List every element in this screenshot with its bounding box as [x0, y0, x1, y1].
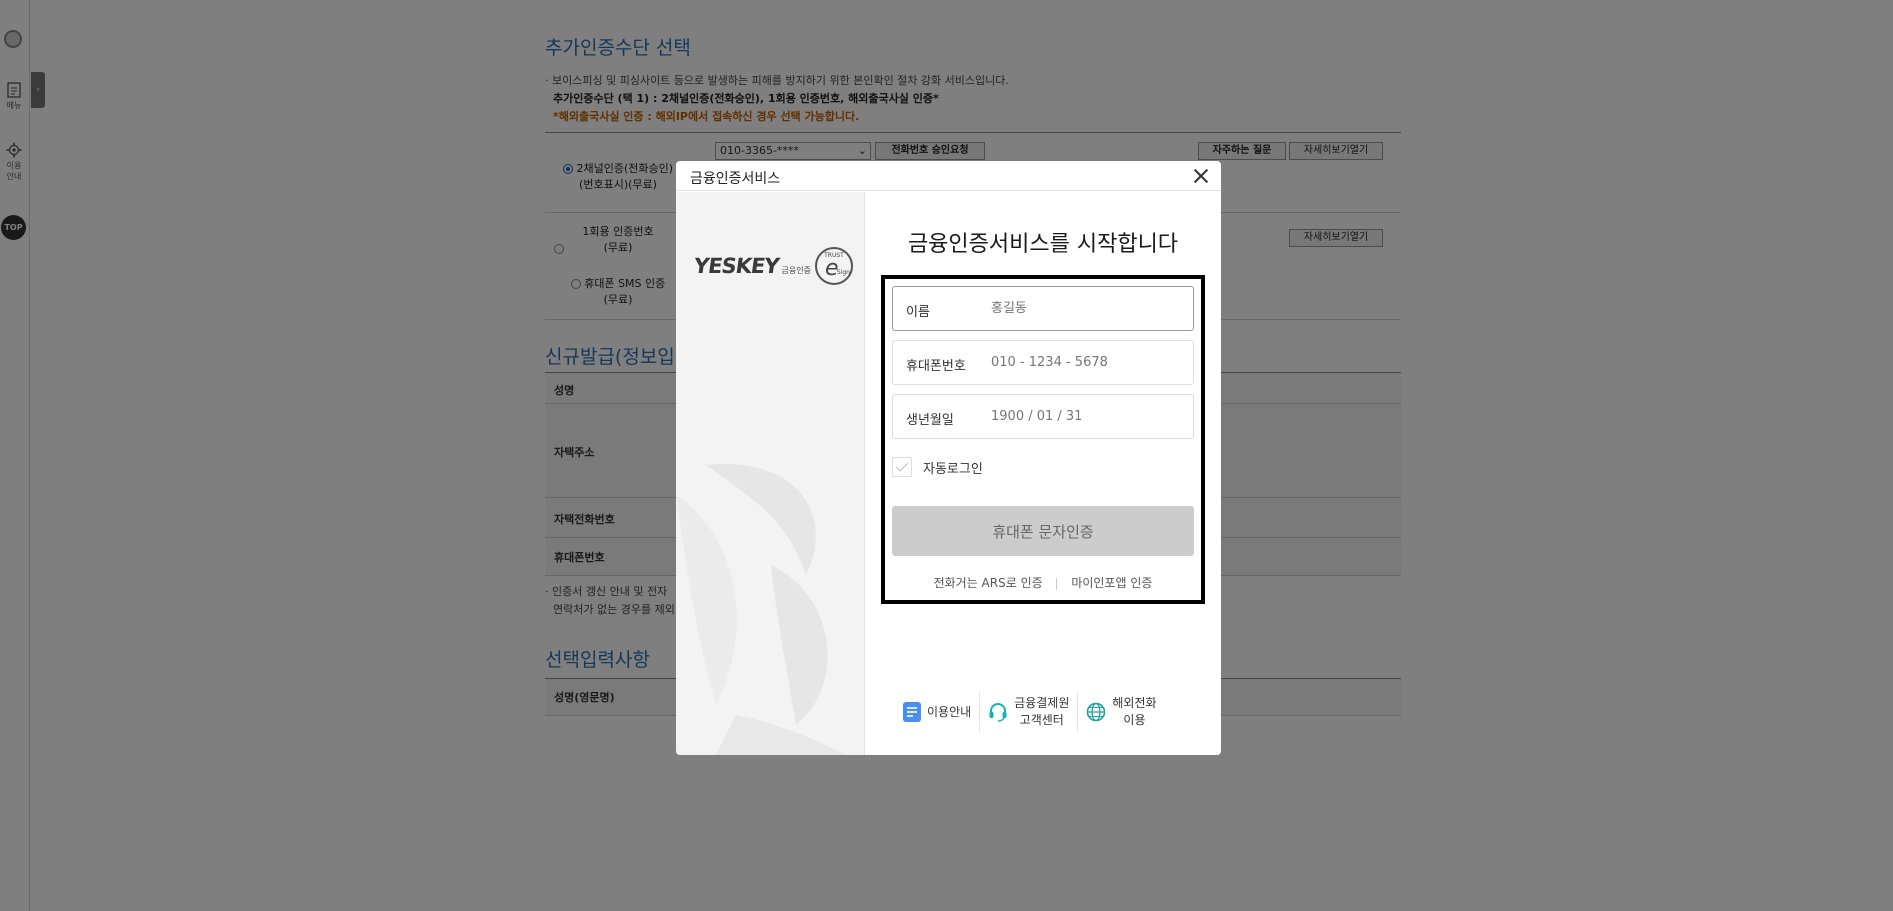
modal-side-panel: YESKEY 금융인증 TRUST e Sign — [676, 192, 865, 755]
name-field[interactable]: 이름 — [892, 286, 1194, 331]
yeskey-logo: YESKEY 금융인증 TRUST e Sign — [692, 247, 853, 285]
customer-center-link[interactable]: 금융결제원 고객센터 — [979, 693, 1077, 731]
brand-subtitle: 금융인증 — [781, 265, 811, 275]
customer-center-line1: 금융결제원 — [1014, 696, 1070, 710]
link-separator — [1056, 577, 1058, 590]
overseas-call-label: 해외전화 이용 — [1112, 695, 1156, 729]
esign-sign-text: Sign — [836, 269, 850, 276]
headset-icon — [989, 703, 1007, 722]
close-icon[interactable] — [1191, 166, 1211, 186]
birthdate-field-label: 생년월일 — [906, 413, 954, 428]
customer-center-line2: 고객센터 — [1019, 713, 1064, 727]
overseas-call-line1: 해외전화 — [1112, 696, 1157, 710]
modal-title: 금융인증서비스 — [690, 171, 781, 187]
login-form: 이름 휴대폰번호 생년월일 자동로그인 휴대폰 문자인증 전화거는 ARS로 인… — [881, 275, 1205, 604]
guide-document-icon — [903, 702, 921, 722]
birthdate-input[interactable] — [991, 409, 1181, 424]
guide-link-label: 이용안내 — [927, 704, 972, 719]
customer-center-label: 금융결제원 고객센터 — [1014, 695, 1069, 729]
phone-input[interactable] — [991, 355, 1181, 370]
ars-auth-link[interactable]: 전화거는 ARS로 인증 — [934, 576, 1043, 590]
auto-login-toggle[interactable]: 자동로그인 — [892, 457, 983, 477]
modal-header: 금융인증서비스 — [676, 161, 1221, 191]
modal-footer: 이용안내 금융결제원 고객센터 해외전화 이용 — [895, 692, 1195, 732]
guide-link[interactable]: 이용안내 — [895, 693, 979, 731]
auth-modal: 금융인증서비스 YESKEY 금융인증 TRUST e Sign 금융인증서비스… — [676, 161, 1221, 755]
phone-field-label: 휴대폰번호 — [906, 359, 966, 374]
alt-auth-links: 전화거는 ARS로 인증 마이인포앱 인증 — [885, 574, 1201, 591]
decorative-leaf-icon — [676, 463, 846, 755]
brand-wordmark: YESKEY — [692, 254, 781, 278]
auto-login-label: 자동로그인 — [923, 461, 983, 477]
name-input[interactable] — [991, 301, 1181, 316]
sms-auth-button[interactable]: 휴대폰 문자인증 — [892, 506, 1194, 556]
modal-main-panel: 금융인증서비스를 시작합니다 이름 휴대폰번호 생년월일 자동로그인 휴대폰 문… — [865, 192, 1221, 755]
overseas-call-link[interactable]: 해외전화 이용 — [1077, 693, 1164, 731]
auto-login-checkbox[interactable] — [892, 457, 912, 477]
trust-esign-logo-icon: TRUST e Sign — [814, 247, 853, 285]
birthdate-field[interactable]: 생년월일 — [892, 394, 1194, 439]
myinfo-auth-link[interactable]: 마이인포앱 인증 — [1071, 576, 1152, 590]
modal-heading: 금융인증서비스를 시작합니다 — [907, 232, 1179, 257]
overseas-call-line2: 이용 — [1123, 713, 1146, 727]
name-field-label: 이름 — [906, 305, 930, 320]
globe-icon — [1087, 702, 1106, 722]
phone-field[interactable]: 휴대폰번호 — [892, 340, 1194, 385]
